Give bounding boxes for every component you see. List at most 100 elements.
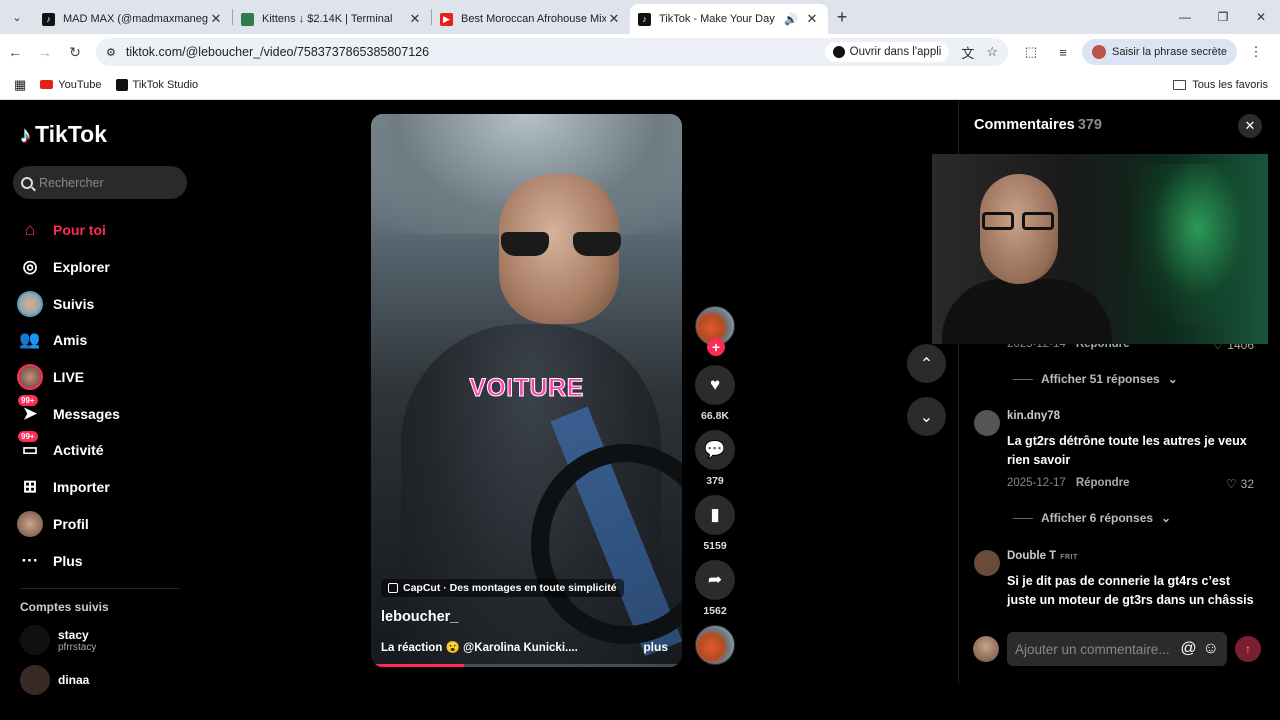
- browser-menu-icon[interactable]: ⋮: [1243, 44, 1269, 60]
- commenter-name[interactable]: Double T FRIT: [1007, 550, 1078, 562]
- comment-likes[interactable]: ♡ 32: [1226, 477, 1254, 491]
- bookmark-star-icon[interactable]: ☆: [986, 44, 998, 60]
- browser-tab[interactable]: ▶ Best Moroccan Afrohouse Mix 2 ✕: [432, 4, 630, 34]
- replies-line: [1013, 378, 1033, 380]
- save-button[interactable]: ▮: [695, 495, 735, 535]
- passphrase-button[interactable]: Saisir la phrase secrète: [1082, 39, 1237, 65]
- search-icon: [21, 176, 33, 189]
- new-tab-button[interactable]: +: [828, 7, 856, 28]
- sidebar-item-profil[interactable]: Profil: [16, 506, 120, 543]
- view-replies-button[interactable]: Afficher 51 réponses ⌄: [1013, 372, 1178, 386]
- sidebar-item-label: Importer: [53, 479, 110, 496]
- close-tab-icon[interactable]: ✕: [407, 11, 423, 27]
- sidebar-item-importer[interactable]: ⊞ Importer: [16, 469, 120, 506]
- sidebar-item-messages[interactable]: ➤ 99+ Messages: [16, 394, 120, 432]
- tiktok-favicon-icon: ♪: [638, 12, 651, 26]
- view-replies-button[interactable]: Afficher 6 réponses ⌄: [1013, 511, 1171, 525]
- sidebar-item-label: Suivis: [53, 295, 95, 312]
- sidebar-item-activite[interactable]: ▭ 99+ Activité: [16, 431, 120, 469]
- music-disc-icon[interactable]: [695, 625, 735, 665]
- creator-avatar[interactable]: +: [695, 306, 735, 356]
- emoji-icon[interactable]: ☺: [1203, 640, 1219, 658]
- video-more-link[interactable]: plus: [643, 640, 668, 654]
- restore-icon[interactable]: ❐: [1204, 0, 1242, 34]
- close-tab-icon[interactable]: ✕: [208, 11, 224, 27]
- close-comments-button[interactable]: ✕: [1238, 114, 1262, 138]
- bookmark-tiktok-studio[interactable]: TikTok Studio: [115, 78, 198, 91]
- tab-search-icon[interactable]: ⌄: [0, 0, 34, 34]
- webcam-overlay: [932, 154, 1268, 344]
- bookmark-youtube[interactable]: YouTube: [40, 78, 102, 91]
- sidebar-item-amis[interactable]: 👥 Amis: [16, 322, 120, 359]
- minimize-icon[interactable]: —: [1166, 0, 1204, 34]
- back-icon[interactable]: ←: [0, 44, 30, 60]
- sidebar-item-explorer[interactable]: ◎ Explorer: [16, 249, 120, 286]
- search-input[interactable]: Rechercher: [13, 166, 187, 199]
- share-arrow-icon: ➦: [707, 570, 723, 589]
- sidebar-item-pour-toi[interactable]: ⌂ Pour toi: [16, 212, 120, 249]
- close-tab-icon[interactable]: ✕: [606, 11, 622, 27]
- sidebar-item-live[interactable]: LIVE: [16, 359, 120, 396]
- translate-icon[interactable]: 文: [961, 43, 974, 62]
- account-avatar: [20, 625, 50, 655]
- video-sunglasses: [501, 232, 629, 258]
- more-icon: ···: [21, 550, 39, 570]
- tab-title: Kittens ↓ $2.14K | Terminal: [262, 13, 393, 25]
- video-progress-bar[interactable]: [371, 664, 682, 667]
- tiktok-favicon-icon: ♪: [42, 12, 55, 26]
- all-bookmarks[interactable]: Tous les favoris: [1173, 79, 1268, 91]
- bookmark-label: YouTube: [58, 78, 102, 91]
- omnibox[interactable]: ⚙ tiktok.com/@leboucher_/video/758373786…: [96, 38, 1008, 66]
- chevron-down-icon: ⌄: [1167, 372, 1178, 386]
- sidebar-item-label: Activité: [53, 442, 104, 459]
- browser-tab[interactable]: Kittens ↓ $2.14K | Terminal ✕: [233, 4, 431, 34]
- next-video-button[interactable]: ⌄: [907, 397, 946, 436]
- follow-plus-icon[interactable]: +: [707, 338, 725, 356]
- video-overlay-text: VOITURE: [469, 374, 584, 403]
- comments-title: Commentaires 379: [974, 117, 1102, 133]
- passphrase-label: Saisir la phrase secrète: [1112, 46, 1227, 58]
- send-button[interactable]: ↑: [1235, 636, 1261, 662]
- followed-account[interactable]: dinaa: [20, 665, 89, 695]
- open-in-app-label: Ouvrir dans l'appli: [849, 46, 942, 58]
- comment-input[interactable]: Ajouter un commentaire... @ ☺: [1007, 632, 1227, 666]
- video-player[interactable]: VOITURE CapCut · Des montages en toute s…: [371, 114, 682, 667]
- mention-icon[interactable]: @: [1180, 640, 1196, 658]
- address-bar-row: ← → ↻ ⚙ tiktok.com/@leboucher_/video/758…: [0, 34, 1280, 70]
- chevron-up-icon: ⌃: [919, 355, 934, 373]
- sidebar-item-suivis[interactable]: Suivis: [16, 285, 120, 322]
- folder-icon: [1173, 79, 1187, 90]
- commenter-name[interactable]: kin.dny78: [1007, 410, 1060, 422]
- extensions-icon[interactable]: ⬚: [1018, 44, 1044, 60]
- commenter-avatar[interactable]: [974, 410, 1000, 436]
- capcut-label: CapCut · Des montages en toute simplicit…: [403, 582, 617, 594]
- close-tab-icon[interactable]: ✕: [804, 11, 820, 27]
- reply-button[interactable]: Répondre: [1076, 477, 1130, 489]
- video-progress-fill: [371, 664, 465, 667]
- speaker-icon[interactable]: 🔊: [784, 13, 798, 26]
- like-button[interactable]: ♥: [695, 365, 735, 405]
- messages-icon: ➤ 99+: [16, 394, 44, 427]
- previous-video-button[interactable]: ⌃: [907, 344, 946, 383]
- browser-tab[interactable]: ♪ MAD MAX (@madmaxmanege ✕: [34, 4, 232, 34]
- following-avatar-icon: [16, 290, 44, 317]
- video-author[interactable]: leboucher_: [381, 609, 458, 625]
- forward-icon[interactable]: →: [30, 44, 60, 60]
- activity-badge: 99+: [18, 431, 38, 443]
- followed-account[interactable]: stacy pfrrstacy: [20, 625, 96, 655]
- url-text[interactable]: tiktok.com/@leboucher_/video/75837378653…: [126, 45, 825, 59]
- tiktok-icon: [832, 46, 845, 58]
- comment-button[interactable]: 💬: [695, 430, 735, 470]
- media-controls-icon[interactable]: ≡: [1050, 45, 1076, 60]
- site-info-icon[interactable]: ⚙: [106, 46, 116, 59]
- sidebar-item-plus[interactable]: ··· Plus: [16, 542, 120, 579]
- tiktok-logo[interactable]: ♪ TikTok: [20, 121, 107, 148]
- commenter-avatar[interactable]: [974, 550, 1000, 576]
- share-button[interactable]: ➦: [695, 560, 735, 600]
- reload-icon[interactable]: ↻: [60, 44, 90, 61]
- browser-tab-active[interactable]: ♪ TikTok - Make Your Day 🔊 ✕: [630, 4, 828, 34]
- close-window-icon[interactable]: ✕: [1242, 0, 1280, 34]
- open-in-app-button[interactable]: Ouvrir dans l'appli: [824, 42, 950, 62]
- apps-grid-icon[interactable]: ▦: [14, 77, 26, 93]
- capcut-tag[interactable]: CapCut · Des montages en toute simplicit…: [381, 579, 624, 597]
